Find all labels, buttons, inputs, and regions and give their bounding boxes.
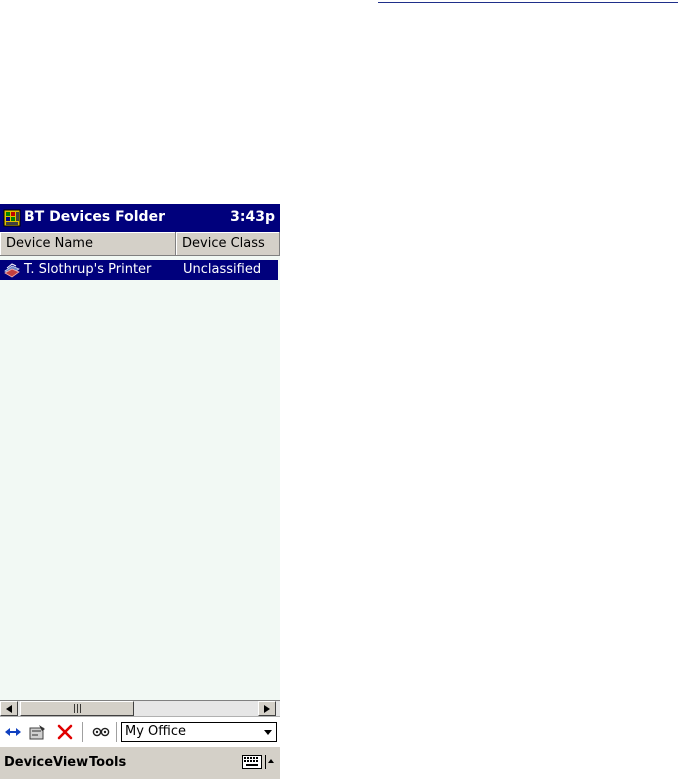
column-device-class[interactable]: Device Class <box>176 232 280 255</box>
triangle-right-icon <box>264 705 270 713</box>
device-name: T. Slothrup's Printer <box>24 262 152 277</box>
triangle-left-icon <box>6 705 12 713</box>
properties-icon[interactable] <box>28 724 46 740</box>
scroll-left-button[interactable] <box>0 701 18 716</box>
delete-icon[interactable] <box>56 724 74 740</box>
start-menu-icon[interactable] <box>3 209 21 227</box>
scroll-thumb[interactable]: ||| <box>20 701 134 716</box>
menu-device[interactable]: Device <box>4 755 53 770</box>
horizontal-scrollbar[interactable]: ||| <box>0 700 280 716</box>
toolbar-separator <box>82 722 83 742</box>
scroll-right-button[interactable] <box>258 701 276 716</box>
clock[interactable]: 3:43p <box>230 209 275 225</box>
chevron-up-icon[interactable] <box>265 755 275 769</box>
title-bar: BT Devices Folder 3:43p <box>0 204 280 232</box>
keyboard-icon[interactable] <box>242 755 262 769</box>
grip-icon: ||| <box>73 704 83 714</box>
chevron-down-icon <box>264 730 272 735</box>
column-device-name[interactable]: Device Name <box>0 232 176 255</box>
toolbar-separator <box>116 722 117 742</box>
top-divider-line <box>378 2 678 3</box>
menu-tools[interactable]: Tools <box>89 755 126 770</box>
discover-icon[interactable] <box>92 724 110 740</box>
column-header: Device Name Device Class <box>0 232 280 256</box>
bluetooth-device-icon <box>4 263 20 278</box>
connect-icon[interactable] <box>4 724 22 740</box>
pocketpc-window: BT Devices Folder 3:43p Device Name Devi… <box>0 204 280 779</box>
menu-bar: Device View Tools <box>0 746 280 779</box>
command-toolbar: My Office <box>0 716 280 746</box>
device-list[interactable]: T. Slothrup's Printer Unclassified <box>0 256 280 700</box>
profile-select[interactable]: My Office <box>121 722 277 742</box>
device-class: Unclassified <box>183 262 262 277</box>
device-row[interactable]: T. Slothrup's Printer Unclassified <box>0 260 278 280</box>
window-title: BT Devices Folder <box>24 209 165 225</box>
profile-select-value: My Office <box>125 724 186 739</box>
menu-view[interactable]: View <box>53 755 88 770</box>
